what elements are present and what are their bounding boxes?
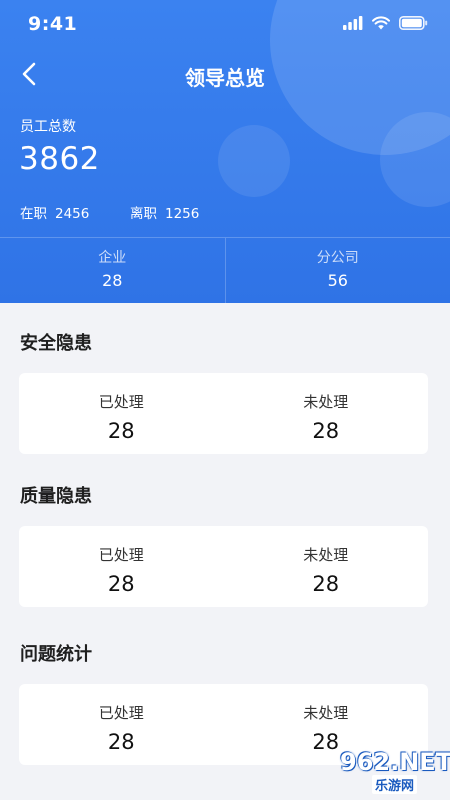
processed-label: 已处理 — [98, 546, 144, 564]
stat-label: 企业 — [98, 250, 127, 266]
watermark-sub: 乐游网 — [372, 775, 418, 794]
total-employees-value: 3862 — [19, 141, 100, 177]
decorative-circle — [218, 125, 290, 197]
processed-value: 28 — [107, 572, 135, 596]
watermark-brand: 962.NET — [340, 748, 450, 776]
unprocessed-value: 28 — [312, 572, 340, 596]
unprocessed-label: 未处理 — [303, 704, 349, 722]
stat-enterprise[interactable]: 企业 28 — [0, 238, 225, 303]
stat-branch[interactable]: 分公司 56 — [224, 238, 450, 303]
page-title: 领导总览 — [185, 66, 265, 90]
status-icons — [343, 16, 428, 30]
section-title-issues: 问题统计 — [20, 644, 92, 665]
active-employees: 在职 2456 — [20, 202, 89, 222]
processed-label: 已处理 — [98, 393, 144, 411]
safety-processed[interactable]: 已处理 28 — [19, 373, 224, 454]
stat-value: 28 — [102, 271, 123, 290]
total-employees-label: 员工总数 — [20, 119, 76, 135]
status-bar: 9:41 — [0, 0, 450, 50]
quality-unprocessed[interactable]: 未处理 28 — [224, 526, 429, 607]
active-value: 2456 — [55, 206, 90, 222]
processed-value: 28 — [107, 730, 135, 754]
section-title-quality: 质量隐患 — [20, 486, 92, 507]
watermark-logo: 962.NET 乐游网 — [302, 748, 450, 794]
active-label: 在职 — [20, 206, 47, 222]
processed-value: 28 — [107, 419, 135, 443]
quality-card: 已处理 28 未处理 28 — [19, 526, 428, 607]
wifi-icon — [372, 16, 390, 30]
unprocessed-label: 未处理 — [303, 546, 349, 564]
safety-card: 已处理 28 未处理 28 — [19, 373, 428, 454]
stat-label: 分公司 — [316, 250, 359, 266]
unprocessed-value: 28 — [312, 419, 340, 443]
signal-icon — [343, 16, 363, 30]
stat-value: 56 — [327, 271, 348, 290]
processed-label: 已处理 — [98, 704, 144, 722]
org-stats-row: 企业 28 分公司 56 — [0, 237, 450, 303]
quality-processed[interactable]: 已处理 28 — [19, 526, 224, 607]
departed-value: 1256 — [165, 206, 200, 222]
battery-icon — [399, 16, 428, 30]
header: 9:41 领导总览 员工总数 3862 在职 2456 离职 1256 企业 2… — [0, 0, 450, 303]
issues-processed[interactable]: 已处理 28 — [19, 684, 224, 765]
status-time: 9:41 — [28, 13, 78, 35]
departed-employees: 离职 1256 — [130, 202, 199, 222]
departed-label: 离职 — [130, 206, 157, 222]
section-title-safety: 安全隐患 — [20, 333, 92, 354]
unprocessed-label: 未处理 — [303, 393, 349, 411]
safety-unprocessed[interactable]: 未处理 28 — [224, 373, 429, 454]
